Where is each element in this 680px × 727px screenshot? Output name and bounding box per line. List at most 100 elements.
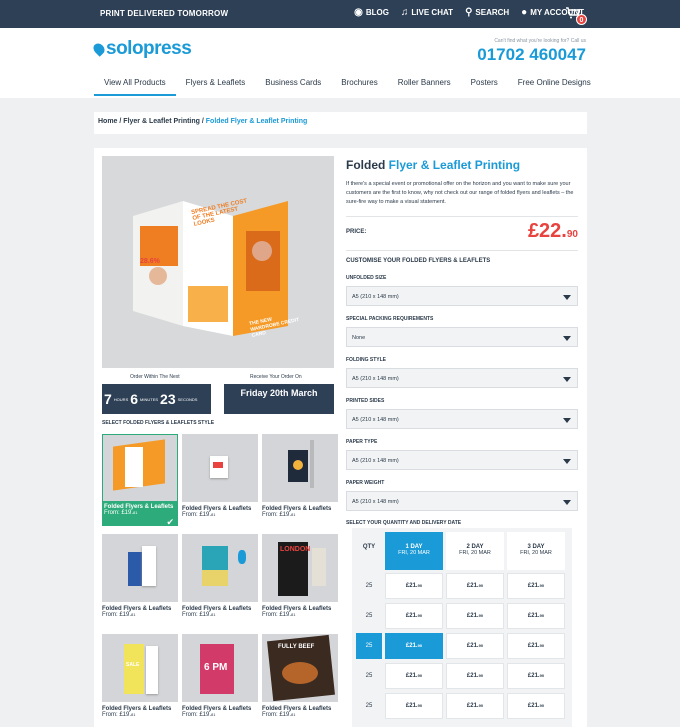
row-qty: 25 bbox=[356, 573, 382, 599]
search-icon: ⚲ bbox=[465, 6, 473, 18]
price-pence: 81 bbox=[131, 612, 136, 617]
select-value: A5 (210 x 148 mm) bbox=[352, 417, 399, 423]
countdown-timer: 7 HOURS 6 MINUTES 23 SECONDS bbox=[102, 384, 211, 414]
search-link[interactable]: ⚲ SEARCH bbox=[465, 6, 510, 18]
delivery-date: Friday 20th March bbox=[224, 384, 334, 414]
style-card[interactable]: Folded Flyers & Leaflets From: £19.81 ✔ bbox=[102, 434, 178, 527]
row-qty: 25 bbox=[356, 603, 382, 629]
price-pounds: From: £19. bbox=[182, 712, 212, 718]
help-text: Can't find what you're looking for? Call… bbox=[494, 38, 586, 44]
price-cell[interactable]: £21.90 bbox=[385, 603, 443, 629]
cell-pounds: £21. bbox=[405, 643, 418, 649]
option-label: FOLDING STYLE bbox=[346, 357, 386, 363]
style-thumbnail bbox=[182, 434, 258, 502]
delivery-option-2-day[interactable]: 2 DAY FRI, 20 MAR bbox=[446, 532, 504, 570]
title-part-a: Folded bbox=[346, 158, 389, 172]
price-cell[interactable]: £21.90 bbox=[507, 573, 565, 599]
style-thumbnail bbox=[182, 534, 258, 602]
style-thumbnail bbox=[262, 434, 338, 502]
price-cell[interactable]: £21.90 bbox=[446, 693, 504, 719]
price-pence: 81 bbox=[133, 510, 138, 515]
chevron-down-icon bbox=[563, 295, 571, 300]
price-cell[interactable]: £21.90 bbox=[385, 693, 443, 719]
phone-number[interactable]: 01702 460047 bbox=[477, 45, 586, 65]
folding-style-select[interactable]: A5 (210 x 148 mm) bbox=[346, 368, 578, 388]
cell-pence: 90 bbox=[417, 643, 423, 648]
delivery-option-3-day[interactable]: 3 DAY FRI, 20 MAR bbox=[507, 532, 565, 570]
style-price: From: £19.81 bbox=[262, 612, 338, 618]
packing-select[interactable]: None bbox=[346, 327, 578, 347]
cell-pence: 90 bbox=[417, 673, 423, 678]
divider bbox=[346, 250, 578, 251]
search-label: SEARCH bbox=[475, 8, 510, 17]
header: solopress Can't find what you're looking… bbox=[0, 28, 680, 98]
nav-flyers-leaflets[interactable]: Flyers & Leaflets bbox=[176, 76, 256, 96]
price-cell[interactable]: £21.90 bbox=[385, 573, 443, 599]
nav-view-all-products[interactable]: View All Products bbox=[94, 76, 176, 96]
delivery-option-1-day[interactable]: 1 DAY FRI, 20 MAR bbox=[385, 532, 443, 570]
breadcrumb-flyer-leaflet[interactable]: Flyer & Leaflet Printing bbox=[123, 118, 200, 125]
cell-pence: 90 bbox=[478, 703, 484, 708]
select-value: A5 (210 x 148 mm) bbox=[352, 294, 399, 300]
breadcrumb-current: Folded Flyer & Leaflet Printing bbox=[205, 118, 308, 125]
user-icon: ● bbox=[521, 6, 528, 18]
price-cell-selected[interactable]: £21.90 bbox=[385, 633, 443, 659]
logo-drop-icon bbox=[91, 41, 107, 57]
live-chat-link[interactable]: ♫ LIVE CHAT bbox=[401, 7, 453, 17]
style-card[interactable]: Folded Flyers & Leaflets From: £19.81 bbox=[262, 434, 338, 526]
price-cell[interactable]: £21.90 bbox=[446, 573, 504, 599]
printed-sides-select[interactable]: A5 (210 x 148 mm) bbox=[346, 409, 578, 429]
price-cell[interactable]: £21.90 bbox=[507, 603, 565, 629]
customise-heading: CUSTOMISE YOUR FOLDED FLYERS & LEAFLETS bbox=[346, 258, 491, 264]
option-label: UNFOLDED SIZE bbox=[346, 275, 387, 281]
delivery-label: Receive Your Order On bbox=[250, 374, 302, 380]
style-card[interactable]: Folded Flyers & Leaflets From: £19.81 bbox=[102, 534, 178, 626]
nav-business-cards[interactable]: Business Cards bbox=[255, 76, 331, 96]
chevron-down-icon bbox=[563, 336, 571, 341]
folded-brochure-illustration bbox=[133, 201, 288, 336]
price-cell[interactable]: £21.90 bbox=[507, 663, 565, 689]
cell-pence: 90 bbox=[478, 583, 484, 588]
style-price: From: £19.81 bbox=[104, 510, 176, 516]
nav-posters[interactable]: Posters bbox=[461, 76, 508, 96]
hours-unit: HOURS bbox=[113, 396, 129, 402]
card-text-sale: SALE bbox=[126, 662, 140, 668]
price-cell[interactable]: £21.90 bbox=[446, 603, 504, 629]
price-pounds: From: £19. bbox=[182, 612, 212, 618]
help-contact: Can't find what you're looking for? Call… bbox=[477, 38, 586, 65]
paper-type-select[interactable]: A5 (210 x 148 mm) bbox=[346, 450, 578, 470]
price-cell[interactable]: £21.90 bbox=[446, 663, 504, 689]
nav-roller-banners[interactable]: Roller Banners bbox=[388, 76, 461, 96]
cell-pence: 90 bbox=[539, 703, 545, 708]
quantity-row-selected: 25 £21.90 £21.90 £21.90 bbox=[356, 633, 568, 659]
price-cell[interactable]: £21.90 bbox=[507, 693, 565, 719]
unfolded-size-select[interactable]: A5 (210 x 148 mm) bbox=[346, 286, 578, 306]
nav-brochures[interactable]: Brochures bbox=[331, 76, 387, 96]
cart-button[interactable]: 0 bbox=[566, 7, 587, 25]
style-card[interactable]: Folded Flyers & Leaflets From: £19.81 bbox=[182, 434, 258, 526]
style-card[interactable]: LONDON Folded Flyers & Leaflets From: £1… bbox=[262, 534, 338, 626]
option-label: PRINTED SIDES bbox=[346, 398, 385, 404]
price-cell[interactable]: £21.90 bbox=[385, 663, 443, 689]
style-card[interactable]: SALE Folded Flyers & Leaflets From: £19.… bbox=[102, 634, 178, 726]
cart-count-badge: 0 bbox=[576, 14, 587, 25]
nav-free-online-designs[interactable]: Free Online Designs bbox=[508, 76, 601, 96]
blog-label: BLOG bbox=[365, 8, 389, 17]
paper-weight-select[interactable]: A5 (210 x 148 mm) bbox=[346, 491, 578, 511]
cell-pounds: £21. bbox=[405, 673, 418, 679]
price-cell[interactable]: £21.90 bbox=[446, 633, 504, 659]
style-card[interactable]: Folded Flyers & Leaflets From: £19.81 bbox=[182, 534, 258, 626]
logo-text: solopress bbox=[106, 38, 192, 59]
price-pounds: From: £19. bbox=[182, 512, 212, 518]
cell-pounds: £21. bbox=[405, 613, 418, 619]
logo[interactable]: solopress bbox=[91, 38, 192, 60]
style-card[interactable]: FULLY BEEF Folded Flyers & Leaflets From… bbox=[262, 634, 338, 726]
style-card[interactable]: 6 PM Folded Flyers & Leaflets From: £19.… bbox=[182, 634, 258, 726]
countdown-hours: 7 bbox=[104, 391, 112, 407]
cell-pence: 90 bbox=[539, 583, 545, 588]
price-pounds: From: £19. bbox=[102, 612, 132, 618]
breadcrumb-home[interactable]: Home bbox=[98, 118, 117, 125]
blog-link[interactable]: ◉ BLOG bbox=[354, 7, 389, 17]
quantity-row: 25 £21.90 £21.90 £21.90 bbox=[356, 693, 568, 719]
price-cell[interactable]: £21.90 bbox=[507, 633, 565, 659]
